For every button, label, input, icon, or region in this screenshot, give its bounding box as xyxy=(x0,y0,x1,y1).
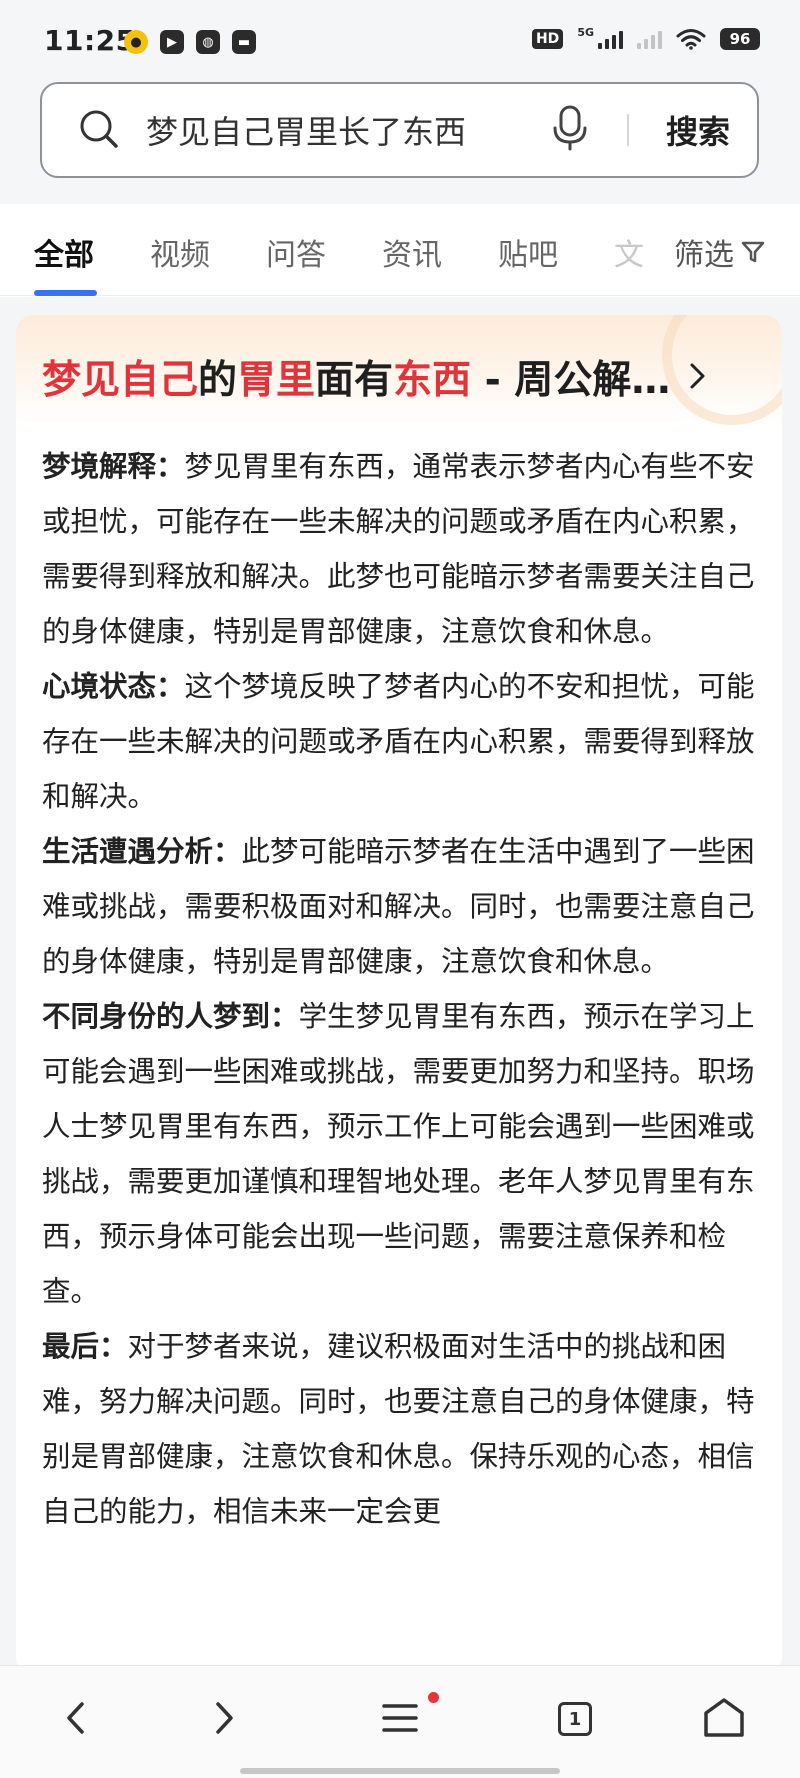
title-text: 的 xyxy=(198,358,238,403)
paragraph-identities: 不同身份的人梦到：学生梦见胃里有东西，预示在学习上可能会遇到一些困难或挑战，需要… xyxy=(42,989,764,1319)
paragraph-title: 梦境解释： xyxy=(42,450,185,483)
title-highlight: 胃里 xyxy=(237,358,316,403)
title-text: - 周公解… xyxy=(471,358,671,403)
tab-video[interactable]: 视频 xyxy=(150,230,210,274)
video-app-icon: ▶ xyxy=(160,30,184,54)
result-card: 梦见自己的胃里面有东西 - 周公解… 梦境解释：梦见胃里有东西，通常表示梦者内心… xyxy=(16,315,782,1675)
notification-icons: ● ▶ ◍ ▬ xyxy=(124,30,256,54)
tab-all[interactable]: 全部 xyxy=(34,230,94,274)
battery-indicator: 96 xyxy=(720,28,760,50)
status-bar: 11:25 ● ▶ ◍ ▬ HD 5G 96 xyxy=(0,0,800,82)
forward-arrow-icon[interactable] xyxy=(200,1694,248,1742)
paragraph-text: 对于梦者来说，建议积极面对生活中的挑战和困难，努力解决问题。同时，也要注意自己的… xyxy=(42,1330,755,1528)
wifi-icon xyxy=(676,29,706,50)
home-icon[interactable] xyxy=(700,1694,748,1742)
paragraph-title: 心境状态： xyxy=(42,670,185,703)
search-input[interactable] xyxy=(146,106,506,154)
status-time: 11:25 xyxy=(44,24,136,57)
notification-dot xyxy=(428,1692,439,1703)
search-divider xyxy=(627,114,629,146)
tab-article[interactable]: 文 xyxy=(614,230,652,274)
paragraph-title: 不同身份的人梦到： xyxy=(42,1000,299,1033)
tab-tieba[interactable]: 贴吧 xyxy=(498,230,558,274)
home-indicator-bar[interactable] xyxy=(240,1768,560,1774)
paragraph-dream-interpretation: 梦境解释：梦见胃里有东西，通常表示梦者内心有些不安或担忧，可能存在一些未解决的问… xyxy=(42,439,764,659)
paragraph-mood: 心境状态：这个梦境反映了梦者内心的不安和担忧，可能存在一些未解决的问题或矛盾在内… xyxy=(42,659,764,824)
menu-icon[interactable] xyxy=(376,1694,424,1742)
filter-icon xyxy=(741,241,765,263)
filter-button[interactable]: 筛选 xyxy=(674,230,766,274)
result-title-link[interactable]: 梦见自己的胃里面有东西 - 周公解… xyxy=(42,349,742,405)
bottom-navigation: 1 xyxy=(0,1665,800,1778)
result-body: 梦境解释：梦见胃里有东西，通常表示梦者内心有些不安或担忧，可能存在一些未解决的问… xyxy=(42,439,764,1539)
filter-label: 筛选 xyxy=(674,238,734,273)
signal-strength-icon xyxy=(598,29,623,49)
tab-qa[interactable]: 问答 xyxy=(266,230,326,274)
signal-strength-2-icon xyxy=(637,29,662,49)
search-box: 搜索 xyxy=(40,82,759,178)
paragraph-text: 学生梦见胃里有东西，预示在学习上可能会遇到一些困难或挑战，需要更加努力和坚持。职… xyxy=(42,1000,755,1308)
title-highlight: 梦见自己 xyxy=(42,358,199,403)
back-arrow-icon[interactable] xyxy=(52,1694,100,1742)
chevron-right-icon[interactable] xyxy=(686,361,710,391)
result-tabs: 全部 视频 问答 资讯 贴吧 文 筛选 xyxy=(0,204,800,296)
paragraph-life-analysis: 生活遭遇分析：此梦可能暗示梦者在生活中遇到了一些困难或挑战，需要积极面对和解决。… xyxy=(42,824,764,989)
paragraph-conclusion: 最后：对于梦者来说，建议积极面对生活中的挑战和困难，努力解决问题。同时，也要注意… xyxy=(42,1319,764,1539)
search-area: 搜索 xyxy=(0,82,800,204)
active-tab-indicator xyxy=(34,290,97,296)
network-type-label: 5G xyxy=(577,25,594,39)
paragraph-title: 最后： xyxy=(42,1330,128,1363)
search-button[interactable]: 搜索 xyxy=(650,102,746,158)
microphone-icon[interactable] xyxy=(550,104,590,152)
status-indicators: HD 5G 96 xyxy=(531,25,760,50)
search-icon xyxy=(80,110,118,148)
paragraph-title: 生活遭遇分析： xyxy=(42,835,242,868)
message-app-icon: ▬ xyxy=(232,30,256,54)
wechat-icon: ◍ xyxy=(196,30,220,54)
tab-news[interactable]: 资讯 xyxy=(382,230,442,274)
bee-app-icon: ● xyxy=(124,30,148,54)
title-highlight: 东西 xyxy=(393,358,472,403)
title-text: 面有 xyxy=(315,358,394,403)
hd-badge: HD xyxy=(531,29,564,49)
tab-count-button[interactable]: 1 xyxy=(558,1702,592,1736)
